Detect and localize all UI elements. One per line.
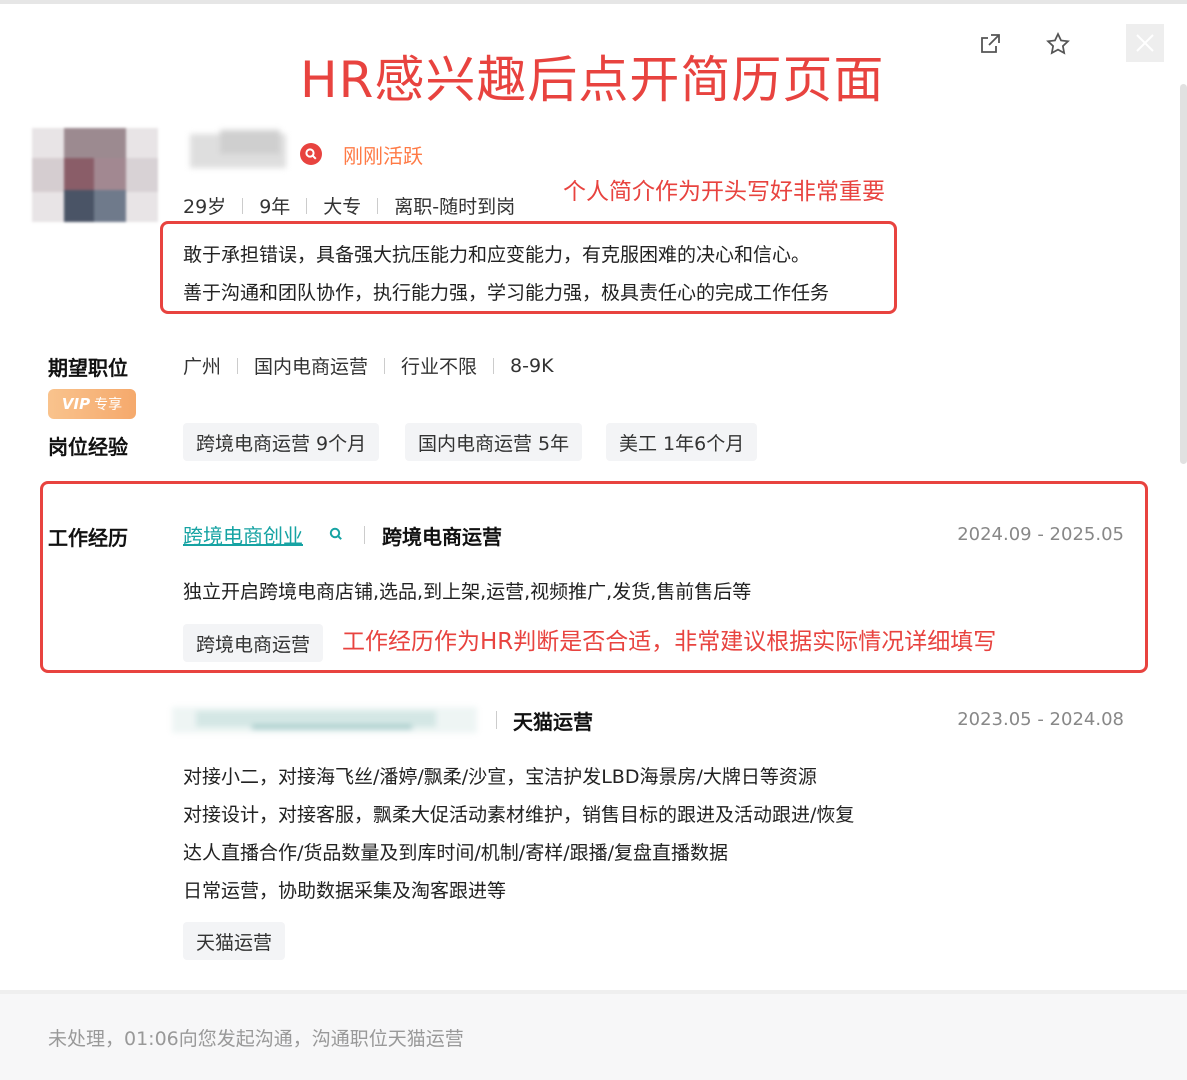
job-description: 对接小二，对接海飞丝/潘婷/飘柔/沙宣，宝洁护发LBD海景房/大牌日等资源 对接… bbox=[183, 758, 854, 910]
active-status: 刚刚活跃 bbox=[343, 144, 423, 168]
chat-status: 未处理，01:06向您发起沟通，沟通职位天猫运营 bbox=[48, 1028, 464, 1050]
experience-label: 岗位经验 bbox=[48, 435, 128, 459]
entry-divider bbox=[364, 526, 365, 544]
meta-divider bbox=[377, 197, 379, 214]
star-icon bbox=[1046, 32, 1070, 55]
candidate-meta: 29岁 9年 大专 离职-随时到岗 bbox=[183, 192, 515, 219]
expectation-label: 期望职位 bbox=[48, 356, 128, 380]
experience-tag: 国内电商运营 5年 bbox=[405, 423, 583, 461]
intro-line: 敢于承担错误，具备强大抗压能力和应变能力，有克服困难的决心和信心。 bbox=[183, 244, 811, 266]
expected-industry: 行业不限 bbox=[401, 356, 478, 378]
job-dates: 2023.05 - 2024.08 bbox=[957, 709, 1124, 730]
vip-mark: VIP bbox=[61, 395, 91, 413]
self-introduction: 敢于承担错误，具备强大抗压能力和应变能力，有克服困难的决心和信心。 善于沟通和团… bbox=[183, 236, 829, 312]
entry-divider bbox=[496, 711, 497, 729]
job-description-line: 独立开启跨境电商店铺,选品,到上架,运营,视频推广,发货,售前售后等 bbox=[183, 581, 752, 603]
job-role: 天猫运营 bbox=[513, 710, 593, 734]
candidate-name-blurred bbox=[190, 130, 286, 170]
search-icon[interactable] bbox=[328, 526, 344, 542]
active-status-icon bbox=[300, 143, 322, 165]
job-description-line: 对接小二，对接海飞丝/潘婷/飘柔/沙宣，宝洁护发LBD海景房/大牌日等资源 bbox=[183, 766, 817, 788]
expected-city: 广州 bbox=[183, 356, 222, 378]
age: 29岁 bbox=[183, 196, 227, 218]
external-link-icon bbox=[981, 34, 1000, 53]
expected-salary: 8-9K bbox=[510, 354, 554, 377]
work-history-label: 工作经历 bbox=[48, 526, 128, 550]
share-button[interactable] bbox=[976, 30, 1004, 58]
education: 大专 bbox=[323, 196, 362, 218]
annotation-title: HR感兴趣后点开简历页面 bbox=[300, 51, 885, 109]
search-badge-icon bbox=[305, 148, 317, 160]
close-button[interactable] bbox=[1126, 24, 1164, 62]
expectation-items: 广州 国内电商运营 行业不限 8-9K bbox=[183, 352, 554, 379]
expect-divider bbox=[493, 357, 495, 374]
avatar bbox=[32, 128, 158, 222]
annotation-intro-note: 个人简介作为开头写好非常重要 bbox=[563, 179, 885, 205]
annotation-work-note: 工作经历作为HR判断是否合适，非常建议根据实际情况详细填写 bbox=[342, 629, 997, 655]
experience-tag: 美工 1年6个月 bbox=[606, 423, 758, 461]
job-dates: 2024.09 - 2025.05 bbox=[957, 524, 1124, 545]
intro-line: 善于沟通和团队协作，执行能力强，学习能力强，极具责任心的完成工作任务 bbox=[183, 282, 830, 304]
expect-divider bbox=[237, 357, 239, 374]
job-description: 独立开启跨境电商店铺,选品,到上架,运营,视频推广,发货,售前售后等 bbox=[183, 573, 751, 611]
company-link[interactable]: 跨境电商创业 bbox=[183, 520, 303, 549]
company-name-blurred bbox=[172, 705, 477, 735]
meta-divider bbox=[306, 197, 308, 214]
job-description-line: 日常运营，协助数据采集及淘客跟进等 bbox=[183, 880, 507, 902]
experience-tag: 跨境电商运营 9个月 bbox=[183, 423, 380, 461]
job-tag: 天猫运营 bbox=[183, 922, 286, 960]
expected-position: 国内电商运营 bbox=[254, 356, 369, 378]
job-description-line: 对接设计，对接客服，飘柔大促活动素材维护，销售目标的跟进及活动跟进/恢复 bbox=[183, 804, 855, 826]
scrollbar[interactable] bbox=[1180, 84, 1187, 464]
job-role: 跨境电商运营 bbox=[382, 525, 502, 549]
top-divider bbox=[0, 0, 1187, 4]
expect-divider bbox=[384, 357, 386, 374]
close-icon bbox=[1136, 34, 1154, 52]
job-status: 离职-随时到岗 bbox=[394, 196, 516, 218]
work-years: 9年 bbox=[259, 196, 291, 218]
job-tag: 跨境电商运营 bbox=[183, 624, 324, 662]
job-description-line: 达人直播合作/货品数量及到库时间/机制/寄样/跟播/复盘直播数据 bbox=[183, 842, 729, 864]
favorite-button[interactable] bbox=[1044, 30, 1072, 58]
meta-divider bbox=[242, 197, 244, 214]
vip-badge: VIP 专享 bbox=[48, 389, 136, 419]
vip-text: 专享 bbox=[94, 397, 123, 413]
